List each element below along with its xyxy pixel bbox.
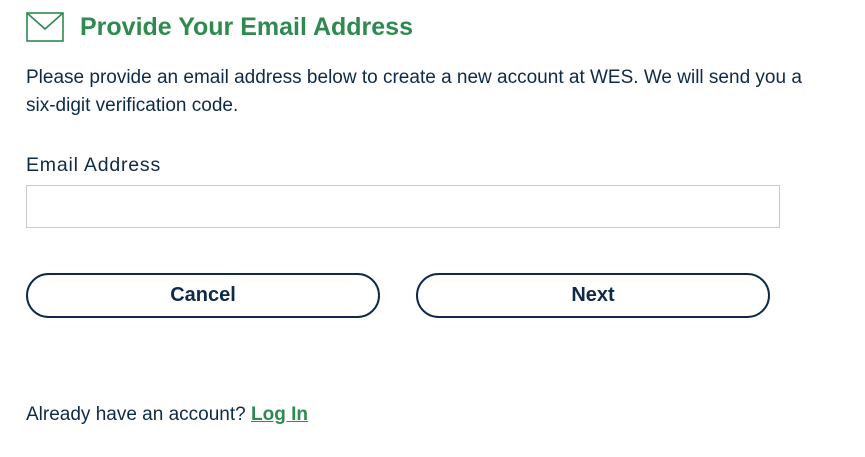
intro-text: Please provide an email address below to… (26, 67, 802, 116)
envelope-icon (26, 12, 64, 42)
login-prompt-text: Already have an account? (26, 404, 246, 425)
email-field[interactable] (26, 185, 780, 228)
login-prompt: Already have an account? Log In (26, 403, 308, 427)
page-header: Provide Your Email Address (26, 11, 413, 43)
cancel-button[interactable]: Cancel (26, 273, 380, 318)
login-link[interactable]: Log In (251, 404, 308, 425)
next-button[interactable]: Next (416, 273, 770, 318)
email-field-label: Email Address (26, 154, 162, 176)
page-title: Provide Your Email Address (80, 12, 413, 41)
